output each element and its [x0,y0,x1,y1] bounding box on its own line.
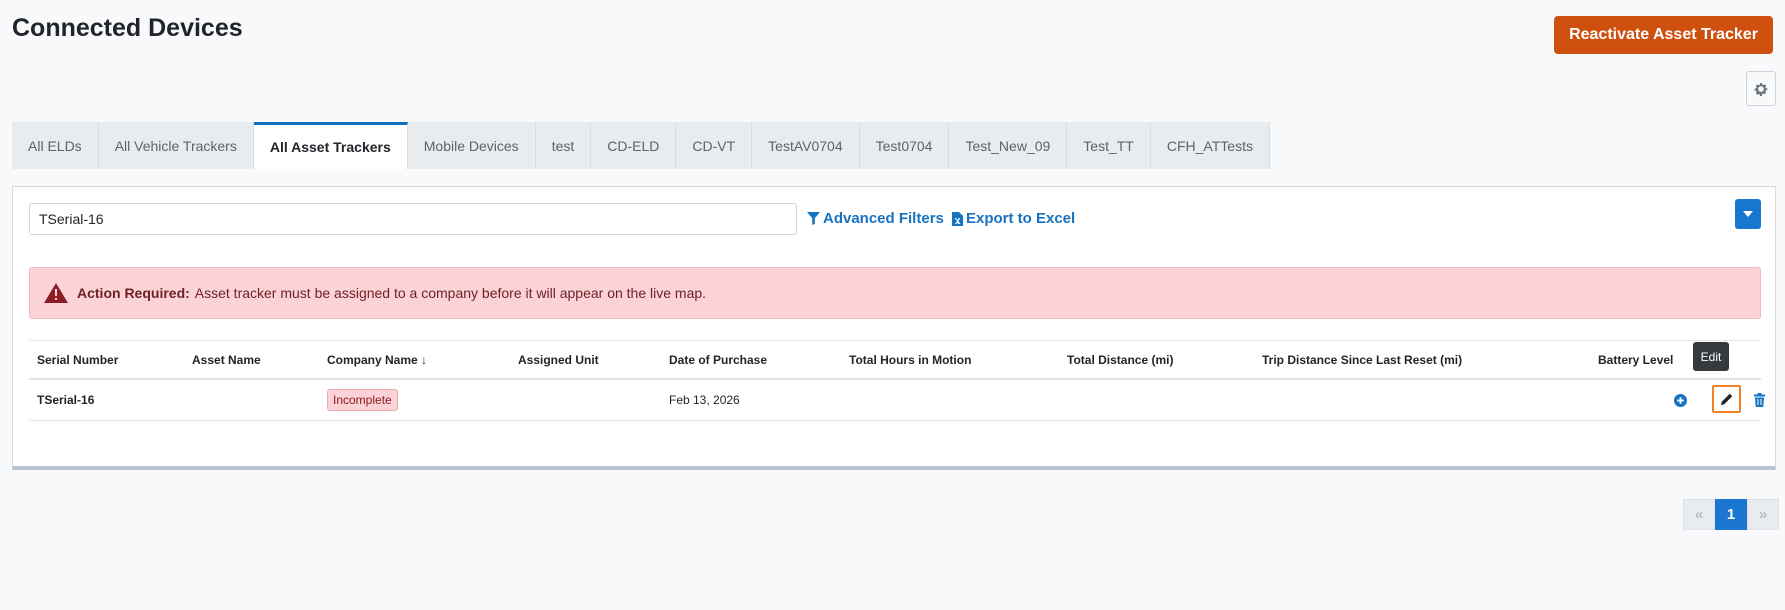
action-required-alert: Action Required: Asset tracker must be a… [29,267,1761,319]
plus-circle-icon [1673,393,1687,407]
alert-message: Asset tracker must be assigned to a comp… [194,285,707,301]
header-company-name-label: Company Name [327,353,418,367]
add-circle-button[interactable] [1673,393,1687,407]
trash-icon [1753,392,1765,407]
header-trip-distance[interactable]: Trip Distance Since Last Reset (mi) [1262,353,1462,367]
tab-cd-vt[interactable]: CD-VT [676,122,753,169]
cell-serial-number: TSerial-16 [37,393,95,407]
excel-file-icon [952,211,963,226]
warning-icon [44,283,68,303]
settings-button[interactable] [1746,71,1776,106]
pagination: « 1 » [1683,499,1779,530]
page-title: Connected Devices [12,14,243,42]
reactivate-asset-tracker-button[interactable]: Reactivate Asset Tracker [1554,16,1773,54]
sort-arrow-icon: ↓ [421,353,428,367]
tab-all-asset-trackers[interactable]: All Asset Trackers [253,122,408,169]
tab-mobile-devices[interactable]: Mobile Devices [408,122,536,169]
pencil-icon [1720,393,1733,405]
cell-date-of-purchase: Feb 13, 2026 [669,393,740,407]
header-company-name[interactable]: Company Name ↓ [327,353,427,367]
tab-testav0704[interactable]: TestAV0704 [752,122,860,169]
table-row: TSerial-16 Incomplete Feb 13, 2026 [29,380,1765,421]
edit-tooltip: Edit [1693,342,1729,371]
device-tabs: All ELDs All Vehicle Trackers All Asset … [12,122,1270,169]
header-asset-name[interactable]: Asset Name [192,353,261,367]
caret-down-icon [1743,211,1753,217]
export-excel-link[interactable]: Export to Excel [952,210,1075,227]
export-excel-label: Export to Excel [966,210,1076,227]
asset-trackers-table: Serial Number Asset Name Company Name ↓ … [29,340,1765,421]
tab-all-elds[interactable]: All ELDs [12,122,99,169]
tab-test-tt[interactable]: Test_TT [1067,122,1151,169]
options-dropdown-button[interactable] [1735,199,1761,229]
tab-all-vehicle-trackers[interactable]: All Vehicle Trackers [99,122,254,169]
header-serial-number[interactable]: Serial Number [37,353,118,367]
advanced-filters-label: Advanced Filters [823,210,944,227]
table-header: Serial Number Asset Name Company Name ↓ … [29,340,1761,380]
tab-cfh-attests[interactable]: CFH_ATTests [1151,122,1270,169]
header-total-distance[interactable]: Total Distance (mi) [1067,353,1173,367]
header-battery-level[interactable]: Battery Level [1598,353,1673,367]
pagination-page-1[interactable]: 1 [1715,499,1747,530]
gear-icon [1754,82,1768,96]
alert-title: Action Required: [77,285,190,301]
filter-icon [807,212,820,225]
status-badge: Incomplete [327,389,398,411]
tab-test0704[interactable]: Test0704 [860,122,950,169]
tab-test[interactable]: test [536,122,592,169]
advanced-filters-link[interactable]: Advanced Filters [807,210,944,227]
tab-test-new-09[interactable]: Test_New_09 [949,122,1068,169]
tab-cd-eld[interactable]: CD-ELD [591,122,677,169]
edit-button[interactable] [1712,385,1741,413]
search-input[interactable] [29,203,797,235]
header-assigned-unit[interactable]: Assigned Unit [518,353,599,367]
header-total-hours-in-motion[interactable]: Total Hours in Motion [849,353,971,367]
pagination-next-button[interactable]: » [1747,499,1779,530]
pagination-prev-button[interactable]: « [1683,499,1715,530]
devices-panel: Advanced Filters Export to Excel Action … [12,186,1776,470]
header-date-of-purchase[interactable]: Date of Purchase [669,353,767,367]
delete-button[interactable] [1753,392,1765,407]
